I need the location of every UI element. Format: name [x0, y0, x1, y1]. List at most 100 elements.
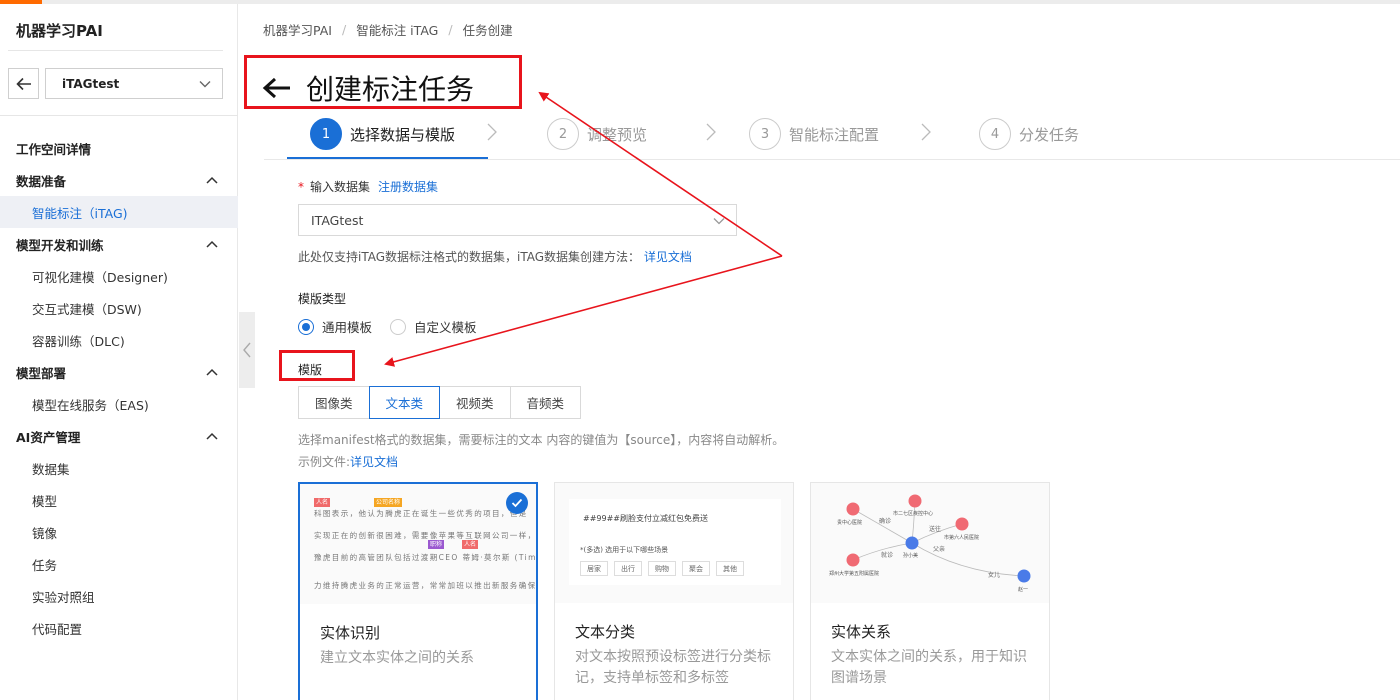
node-label: 贵中心医院	[837, 519, 862, 526]
step-1[interactable]: 1 选择数据与模版	[310, 118, 455, 150]
radio-label: 通用模板	[322, 320, 373, 335]
step-number: 3	[749, 118, 781, 150]
sidebar-item-label: 智能标注（iTAG)	[32, 205, 128, 221]
workspace-select[interactable]: iTAGtest	[45, 68, 223, 99]
chevron-down-icon	[713, 218, 725, 225]
sidebar-item[interactable]: 模型	[0, 484, 238, 516]
chevron-up-icon	[206, 368, 218, 376]
template-card-entity-relation[interactable]: 确诊 就诊 送往 父亲 女儿 贵中心医院 市二七区疾控中心 市第六人民医院 郑州…	[810, 482, 1050, 700]
sidebar-item-label: 实验对照组	[32, 589, 95, 605]
card-title: 实体识别	[320, 624, 381, 642]
tab-image[interactable]: 图像类	[298, 386, 370, 419]
doc-link[interactable]: 详见文档	[644, 250, 692, 264]
chevron-down-icon	[199, 81, 211, 88]
check-icon	[511, 498, 523, 508]
tab-audio[interactable]: 音频类	[509, 386, 582, 419]
sidebar: 机器学习PAI iTAGtest 工作空间详情 数据准备智能标注（iTAG) 模型开…	[0, 4, 238, 700]
annotation-arrow	[384, 255, 783, 367]
step-number: 4	[979, 118, 1011, 150]
sidebar-item[interactable]: 代码配置	[0, 612, 238, 644]
selected-check-badge	[506, 492, 528, 514]
sidebar-item[interactable]: 镜像	[0, 516, 238, 548]
radio-custom-template[interactable]: 自定义模板	[390, 317, 477, 336]
sample-option: 购物	[648, 561, 676, 576]
manifest-hint: 选择manifest格式的数据集，需要标注的文本 内容的键值为【source】，…	[298, 429, 784, 473]
step-label: 智能标注配置	[789, 125, 880, 144]
sidebar-item[interactable]: 模型在线服务（EAS)	[0, 388, 238, 420]
step-2[interactable]: 2 调整预览	[547, 118, 647, 150]
template-category-tabs: 图像类 文本类 视频类 音频类	[298, 386, 582, 419]
sidebar-item-label: 数据集	[32, 461, 70, 477]
template-type-radio-group: 通用模板 自定义模板	[298, 317, 495, 336]
sample-option: 聚会	[682, 561, 710, 576]
step-4[interactable]: 4 分发任务	[979, 118, 1079, 150]
step-3[interactable]: 3 智能标注配置	[749, 118, 879, 150]
card-description: 建立文本实体之间的关系	[320, 650, 474, 666]
sidebar-group[interactable]: 模型开发和训练	[0, 228, 238, 260]
tab-text[interactable]: 文本类	[368, 386, 441, 419]
app-title: 机器学习PAI	[16, 22, 103, 40]
sidebar-item-label: 容器训练（DLC)	[32, 333, 125, 349]
sidebar-group[interactable]: 模型部署	[0, 356, 238, 388]
sidebar-item[interactable]: 智能标注（iTAG)	[0, 196, 238, 228]
dataset-hint: 此处仅支持iTAG数据标注格式的数据集，iTAG数据集创建方法： 详见文档	[298, 248, 692, 265]
sidebar-item-label: AI资产管理	[16, 429, 81, 445]
sidebar-item[interactable]: 实验对照组	[0, 580, 238, 612]
edge-label: 确诊	[879, 517, 891, 525]
sample-option: 其他	[716, 561, 744, 576]
sidebar-group[interactable]: 工作空间详情	[0, 132, 238, 164]
breadcrumb-separator: /	[341, 22, 347, 37]
sidebar-item-label: 工作空间详情	[16, 141, 92, 157]
node-label: 市二七区疾控中心	[893, 510, 933, 517]
radio-button	[390, 318, 407, 335]
sidebar-item[interactable]: 任务	[0, 548, 238, 580]
entity-tag: 人名	[462, 540, 479, 549]
breadcrumb-current: 任务创建	[462, 23, 513, 38]
sidebar-collapse-handle[interactable]	[239, 312, 255, 388]
radio-label: 自定义模板	[414, 320, 477, 335]
sample-option: 出行	[614, 561, 642, 576]
workspace-name: iTAGtest	[62, 76, 120, 91]
example-doc-link[interactable]: 详见文档	[350, 455, 398, 469]
tab-video[interactable]: 视频类	[439, 386, 511, 419]
dataset-select[interactable]: ITAGtest	[298, 204, 737, 236]
sidebar-item-label: 模型开发和训练	[16, 237, 104, 253]
template-card-entity-recognition[interactable]: 人名 公司名称 科图表示，他认为腾虎正在诞生一些优秀的项目，但是 实现正在的创新…	[298, 482, 538, 700]
step-label: 选择数据与模版	[350, 125, 456, 144]
radio-general-template[interactable]: 通用模板	[298, 317, 372, 336]
sidebar-group[interactable]: 数据准备	[0, 164, 238, 196]
sample-heading: ##99##刷脸支付立减红包免费送	[583, 514, 708, 523]
sidebar-item[interactable]: 可视化建模（Designer)	[0, 260, 238, 292]
sidebar-item[interactable]: 交互式建模（DSW)	[0, 292, 238, 324]
template-card-text-classification[interactable]: ##99##刷脸支付立减红包免费送 *(多选) 选用于以下哪些场景 居家 出行 …	[554, 482, 794, 700]
chevron-left-icon	[243, 342, 251, 358]
sample-text-line: 实现正在的创新很困难，需要像苹果等互联网公司一样，从	[314, 531, 536, 540]
sidebar-item-label: 数据准备	[16, 173, 67, 189]
breadcrumb-item[interactable]: 机器学习PAI	[263, 20, 332, 39]
sidebar-item[interactable]: 数据集	[0, 452, 238, 484]
edge-label: 送往	[929, 525, 941, 533]
active-step-underline	[287, 157, 488, 159]
node-label: 赵一	[1018, 586, 1028, 593]
register-dataset-link[interactable]: 注册数据集	[378, 178, 438, 195]
sidebar-item-label: 任务	[32, 557, 58, 573]
edge-label: 就诊	[881, 551, 893, 559]
card-description: 对文本按照预设标签进行分类标记，支持单标签和多标签	[575, 649, 771, 686]
workspace-back-button[interactable]	[8, 68, 39, 99]
divider	[0, 115, 238, 116]
chevron-up-icon	[206, 240, 218, 248]
manifest-hint-text: 选择manifest格式的数据集，需要标注的文本 内容的键值为【source】，…	[298, 433, 785, 447]
chevron-right-icon	[706, 123, 716, 141]
breadcrumb-item[interactable]: 智能标注 iTAG	[356, 20, 438, 39]
chevron-right-icon	[921, 123, 931, 141]
step-number: 2	[547, 118, 579, 150]
arrow-left-icon	[15, 77, 31, 90]
divider	[8, 50, 223, 51]
sidebar-item-label: 模型	[32, 493, 58, 509]
sidebar-item[interactable]: 容器训练（DLC)	[0, 324, 238, 356]
sample-text-line: 科图表示，他认为腾虎正在诞生一些优秀的项目，但是	[314, 509, 528, 518]
card-title: 文本分类	[575, 623, 636, 641]
entity-tag: 职称	[428, 540, 445, 549]
sidebar-group[interactable]: AI资产管理	[0, 420, 238, 452]
node-label: 郑州大学第五附属医院	[829, 570, 879, 577]
